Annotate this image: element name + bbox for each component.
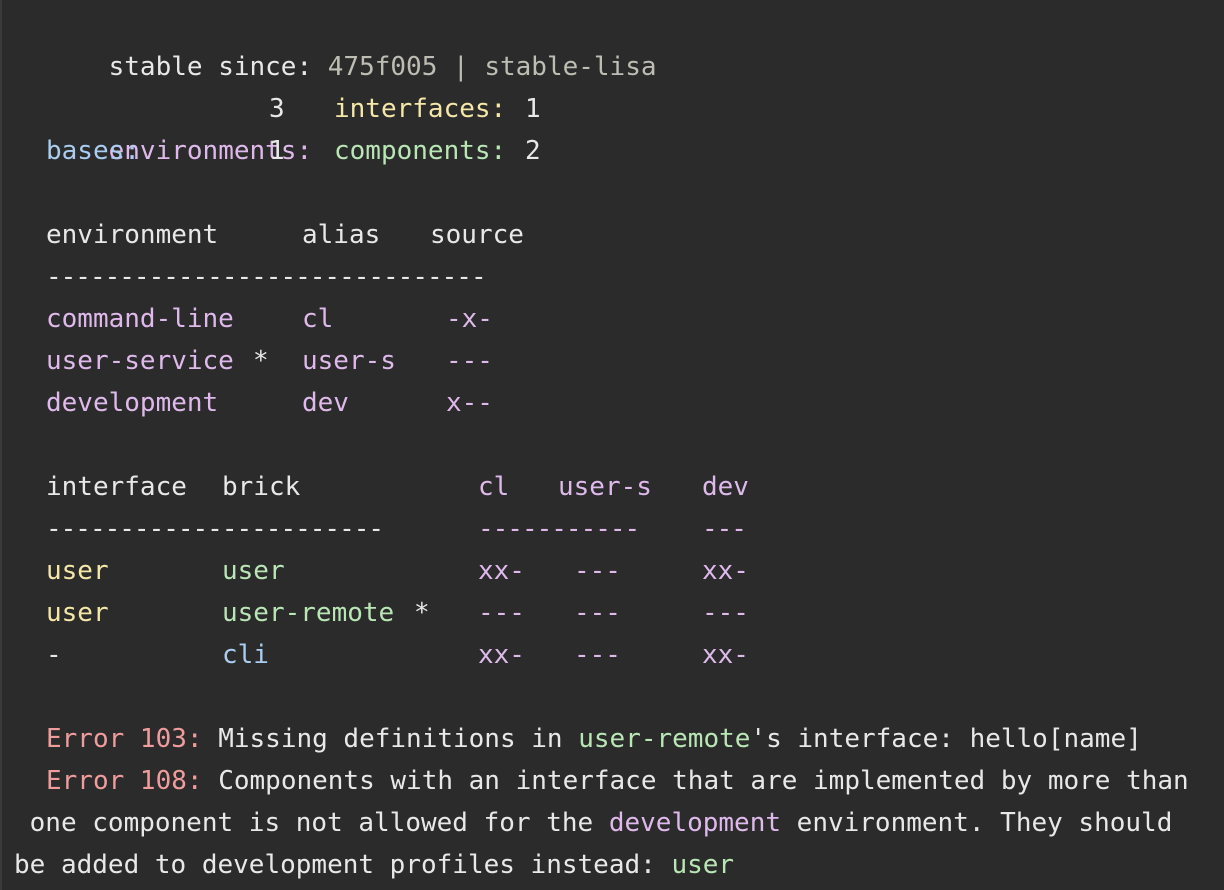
error-103-line: Error 103: Missing definitions in user-r… <box>46 718 1142 760</box>
env-row-name: user-service <box>46 346 234 376</box>
commit-hash: 475f005 <box>327 52 438 82</box>
brick-row-dev: xx- <box>702 556 749 586</box>
brick-row-cl: xx- <box>478 640 525 670</box>
brick-row-dev: --- <box>702 598 749 628</box>
components-label: components: <box>334 136 507 166</box>
brick-row-dev: xx- <box>702 640 749 670</box>
brick-header-interface: interface <box>46 472 187 502</box>
error-103-text: Missing definitions in <box>202 724 579 754</box>
env-row-alias: cl <box>302 304 334 334</box>
bases-count: 1 <box>269 136 285 166</box>
brick-divider-right: --- <box>702 514 747 544</box>
brick-divider-mid: ----------- <box>478 514 640 544</box>
error-103-label: Error 103: <box>46 724 203 754</box>
env-row-alias: dev <box>302 388 349 418</box>
env-row-name: command-line <box>46 304 234 334</box>
env-row-source: -x- <box>446 304 493 334</box>
error-108-line-2: one component is not allowed for the dev… <box>14 802 1173 844</box>
env-row-source: x-- <box>446 388 493 418</box>
env-row-name: development <box>46 388 219 418</box>
environments-count: 3 <box>269 94 285 124</box>
brick-header-brick: brick <box>222 472 301 502</box>
terminal-output: stable since: 475f005 | stable-lisa envi… <box>0 0 1224 890</box>
brick-header-cl: cl <box>478 472 510 502</box>
bases-label: bases: <box>46 136 140 166</box>
brick-row-brick: user <box>222 556 285 586</box>
brick-row-brick: user-remote <box>222 598 395 628</box>
brick-row-interface: user <box>46 598 109 628</box>
error-108-line: Error 108: Components with an interface … <box>46 760 1189 802</box>
brick-row-cl: --- <box>478 598 525 628</box>
error-108-label: Error 108: <box>46 766 203 796</box>
env-row-source: --- <box>446 346 493 376</box>
brick-row-user-s: --- <box>574 640 621 670</box>
stable-since-label: stable since: <box>108 52 313 82</box>
error-103-brick: user-remote <box>578 724 751 754</box>
brick-row-star: * <box>414 598 430 628</box>
error-108-environment: development <box>608 808 782 838</box>
env-row-alias: user-s <box>302 346 396 376</box>
components-count: 2 <box>525 136 541 166</box>
brick-row-user-s: --- <box>574 598 621 628</box>
error-108-text-3: be added to development profiles instead… <box>14 850 672 880</box>
env-header-environment: environment <box>46 220 219 250</box>
stable-since-line: stable since: 475f005 | stable-lisa <box>46 4 657 82</box>
error-108-line-3: be added to development profiles instead… <box>14 844 734 886</box>
interfaces-count: 1 <box>525 94 541 124</box>
error-108-text-2: one component is not allowed for the <box>14 808 609 838</box>
separator: | <box>453 52 469 82</box>
env-row-star: * <box>253 346 269 376</box>
env-table-divider: ------------------------------ <box>46 262 487 292</box>
error-108-interface: user <box>671 850 735 880</box>
error-103-text-end: 's interface: hello[name] <box>750 724 1142 754</box>
brick-row-cl: xx- <box>478 556 525 586</box>
brick-row-user-s: --- <box>574 556 621 586</box>
env-header-source: source <box>430 220 524 250</box>
interfaces-label: interfaces: <box>334 94 507 124</box>
brick-row-interface: user <box>46 556 109 586</box>
env-header-alias: alias <box>302 220 381 250</box>
brick-header-dev: dev <box>702 472 749 502</box>
brick-divider-left: ----------------------- <box>46 514 384 544</box>
error-108-text: Components with an interface that are im… <box>202 766 1189 796</box>
error-108-text-2-end: environment. They should <box>781 808 1173 838</box>
stable-tag: stable-lisa <box>484 52 657 82</box>
brick-header-user-s: user-s <box>558 472 652 502</box>
brick-row-interface: - <box>46 640 62 670</box>
brick-row-brick: cli <box>222 640 269 670</box>
